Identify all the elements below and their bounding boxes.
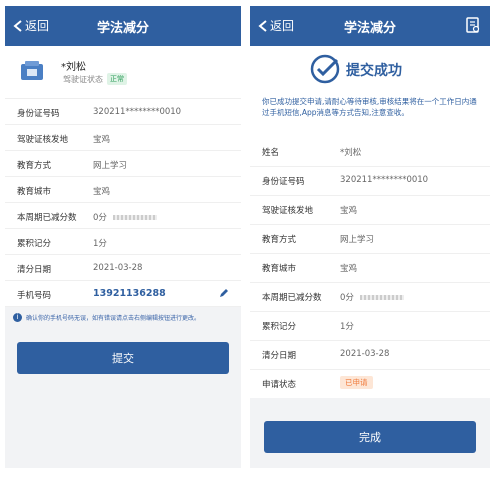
- check-circle-icon: [310, 54, 340, 84]
- done-button[interactable]: 完成: [264, 421, 476, 453]
- info-card: *刘松 驾驶证状态 正常 身份证号码 320211********0010 驾驶…: [5, 46, 241, 307]
- row-points-reduced: 本周期已减分数 0分: [5, 203, 241, 229]
- form-screen: 返回 学法减分 *刘松 驾驶证状态 正常 身份证号码 320211*******…: [5, 6, 241, 468]
- row-value: 网上学习: [93, 161, 128, 171]
- success-panel: 提交成功 你已成功提交申请,请耐心等待审核,审核结果将在一个工作日内通过手机短信…: [250, 46, 490, 138]
- row-value: *刘松: [340, 148, 362, 158]
- blurred-text: [359, 295, 404, 300]
- row-clear-date: 清分日期 2021-03-28: [5, 255, 241, 281]
- row-accumulated-points: 累积记分 1分: [5, 229, 241, 255]
- row-value: 320211********0010: [340, 175, 429, 185]
- row-key: 教育方式: [17, 161, 52, 171]
- phone-number: 13921136288: [93, 288, 166, 299]
- row-key: 教育方式: [262, 235, 297, 245]
- user-summary: *刘松 驾驶证状态 正常: [5, 46, 241, 99]
- row-value: 1分: [93, 239, 107, 249]
- row-value: 宝鸡: [93, 187, 111, 197]
- driver-license-icon: [21, 61, 43, 80]
- header: 返回 学法减分: [5, 6, 241, 46]
- row-key: 手机号码: [17, 291, 52, 301]
- row-license-issuer: 驾驶证核发地 宝鸡: [250, 196, 490, 225]
- row-name: 姓名 *刘松: [250, 138, 490, 167]
- row-key: 本周期已减分数: [262, 293, 322, 303]
- success-title: 提交成功: [346, 63, 402, 79]
- row-key: 累积记分: [262, 322, 297, 332]
- success-description: 你已成功提交申请,请耐心等待审核,审核结果将在一个工作日内通过手机短信,App消…: [262, 97, 477, 117]
- row-key: 清分日期: [17, 265, 52, 275]
- row-key: 本周期已减分数: [17, 213, 77, 223]
- phone-notice: i 确认你的手机号码无误，如有错误请点击右侧编辑按钮进行更改。: [5, 307, 241, 328]
- edit-pen-icon[interactable]: [219, 288, 229, 298]
- blurred-text: [112, 215, 157, 220]
- license-status-label: 驾驶证状态: [63, 75, 103, 84]
- info-icon: i: [13, 313, 22, 322]
- page-title: 学法减分: [96, 21, 149, 36]
- row-clear-date: 清分日期 2021-03-28: [250, 341, 490, 370]
- row-key: 驾驶证核发地: [17, 135, 69, 145]
- row-key: 驾驶证核发地: [262, 206, 314, 216]
- header: 返回 学法减分: [250, 6, 490, 46]
- license-status-badge: 正常: [107, 73, 127, 85]
- submit-button[interactable]: 提交: [17, 342, 229, 374]
- row-value: 1分: [340, 322, 354, 332]
- application-status-badge: 已申请: [340, 376, 373, 389]
- row-key: 教育城市: [262, 264, 297, 274]
- info-card: 姓名 *刘松 身份证号码 320211********0010 驾驶证核发地 宝…: [250, 138, 490, 398]
- row-education-city: 教育城市 宝鸡: [250, 254, 490, 283]
- row-value: 320211********0010: [93, 107, 182, 117]
- row-key: 身份证号码: [262, 177, 305, 187]
- row-value: 宝鸡: [340, 264, 358, 274]
- row-value: 网上学习: [340, 235, 375, 245]
- document-icon[interactable]: [466, 17, 480, 33]
- row-value-wrap: 0分: [93, 211, 157, 223]
- row-value: 宝鸡: [93, 135, 111, 145]
- row-application-status: 申请状态 已申请: [250, 370, 490, 398]
- notice-text: 确认你的手机号码无误，如有错误请点击右侧编辑按钮进行更改。: [26, 315, 201, 322]
- row-phone: 手机号码 13921136288: [5, 281, 241, 307]
- row-value: 0分: [340, 293, 354, 303]
- row-id-number: 身份证号码 320211********0010: [5, 99, 241, 125]
- row-education-method: 教育方式 网上学习: [250, 225, 490, 254]
- row-key: 教育城市: [17, 187, 52, 197]
- row-key: 清分日期: [262, 351, 297, 361]
- row-accumulated-points: 累积记分 1分: [250, 312, 490, 341]
- page-title: 学法减分: [343, 21, 396, 36]
- user-name: *刘松: [61, 62, 86, 73]
- row-key: 身份证号码: [17, 109, 60, 119]
- row-value: 宝鸡: [340, 206, 358, 216]
- row-key: 累积记分: [17, 239, 52, 249]
- row-value-wrap: 0分: [340, 291, 404, 303]
- row-points-reduced: 本周期已减分数 0分: [250, 283, 490, 312]
- row-education-method: 教育方式 网上学习: [5, 151, 241, 177]
- success-screen: 返回 学法减分 提交成功 你已成功提交申请,请耐心等待审核,审核结果将在一个工作…: [250, 6, 490, 468]
- row-key: 姓名: [262, 148, 280, 158]
- row-value: 2021-03-28: [93, 263, 143, 273]
- row-id-number: 身份证号码 320211********0010: [250, 167, 490, 196]
- row-value: 0分: [93, 213, 107, 223]
- row-license-issuer: 驾驶证核发地 宝鸡: [5, 125, 241, 151]
- row-education-city: 教育城市 宝鸡: [5, 177, 241, 203]
- row-value: 2021-03-28: [340, 349, 390, 359]
- row-key: 申请状态: [262, 380, 297, 390]
